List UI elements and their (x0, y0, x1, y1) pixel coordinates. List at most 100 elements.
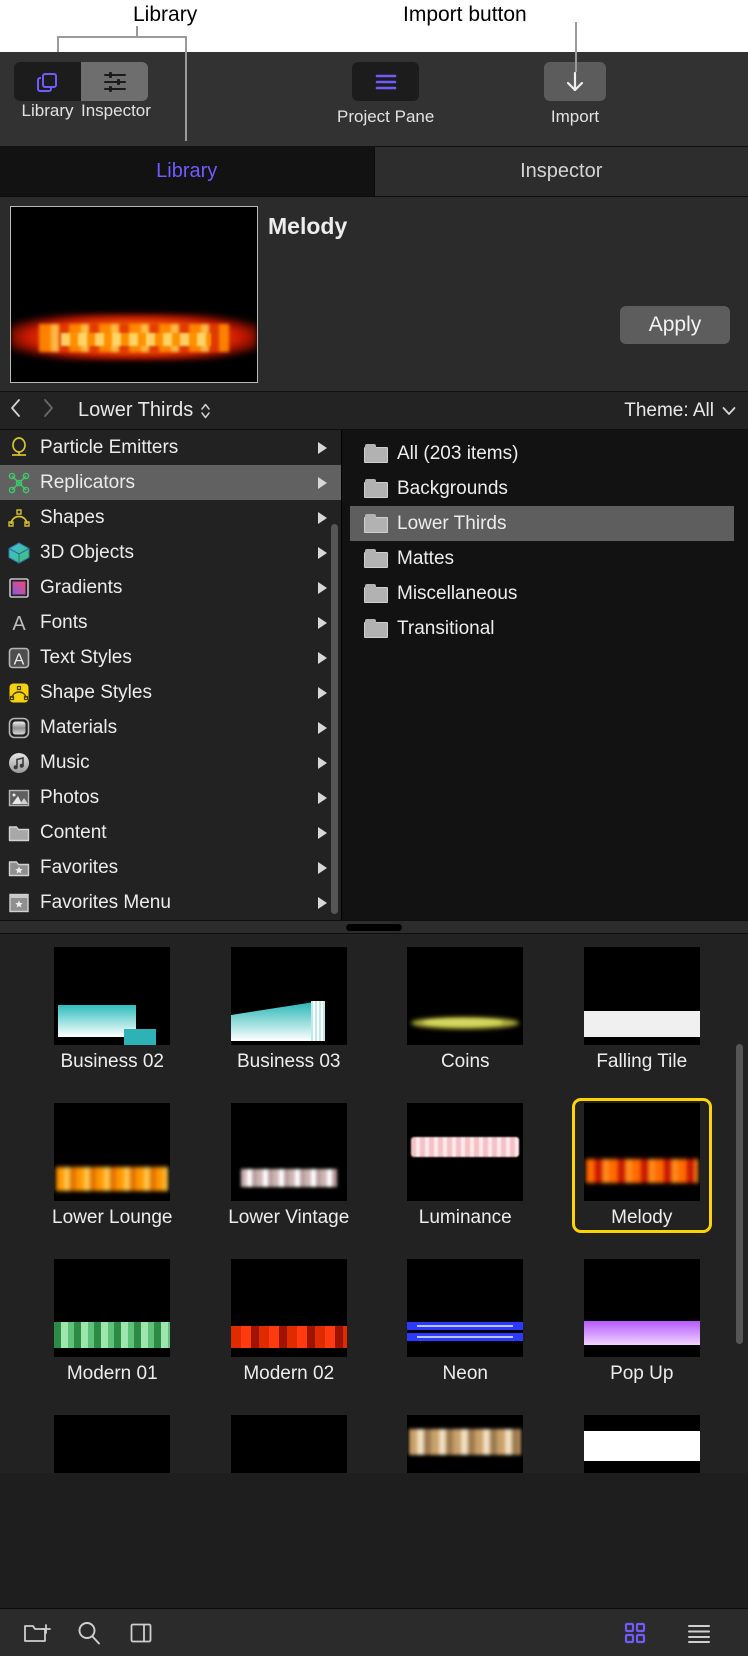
disclosure-triangle-icon[interactable] (318, 512, 327, 524)
category-item-label: Fonts (40, 612, 88, 634)
list-view-button[interactable] (684, 1618, 714, 1648)
tab-library[interactable]: Library (0, 147, 375, 197)
folder-column[interactable]: All (203 items) Backgrounds Lower Thirds… (342, 430, 748, 920)
disclosure-triangle-icon[interactable] (318, 547, 327, 559)
preset-tile[interactable]: Falling Tile (554, 942, 731, 1098)
disclosure-triangle-icon[interactable] (318, 792, 327, 804)
project-pane-label: Project Pane (337, 107, 434, 127)
category-item-label: Particle Emitters (40, 437, 178, 459)
library-button[interactable] (14, 62, 81, 101)
preset-tile[interactable]: Business 03 (201, 942, 378, 1098)
materials-icon (6, 715, 32, 741)
folder-item-label: Transitional (397, 618, 495, 640)
category-item-3d-objects[interactable]: 3D Objects (0, 535, 341, 570)
preset-label: Business 03 (237, 1051, 341, 1073)
category-item-photos[interactable]: Photos (0, 780, 341, 815)
category-item-gradients[interactable]: Gradients (0, 570, 341, 605)
folder-item-backgrounds[interactable]: Backgrounds (350, 471, 734, 506)
disclosure-triangle-icon[interactable] (318, 862, 327, 874)
folder-item-miscellaneous[interactable]: Miscellaneous (350, 576, 734, 611)
preset-thumbnail (231, 1259, 347, 1357)
new-folder-button[interactable] (22, 1618, 52, 1648)
preset-label: Modern 02 (243, 1363, 334, 1385)
category-item-content[interactable]: Content (0, 815, 341, 850)
category-item-music[interactable]: Music (0, 745, 341, 780)
disclosure-triangle-icon[interactable] (318, 757, 327, 769)
preset-tile[interactable] (24, 1410, 201, 1473)
path-label: Lower Thirds (78, 399, 193, 422)
list-view-icon (686, 1621, 712, 1645)
preset-tile[interactable]: Pop Up (554, 1254, 731, 1410)
new-folder-icon (23, 1621, 51, 1645)
back-button[interactable] (0, 398, 32, 424)
preset-tile[interactable]: Luminance (377, 1098, 554, 1254)
preset-label: Coins (441, 1051, 490, 1073)
pane-splitter[interactable] (0, 920, 748, 934)
preset-tile[interactable]: Modern 02 (201, 1254, 378, 1410)
disclosure-triangle-icon[interactable] (318, 687, 327, 699)
category-item-fonts[interactable]: A Fonts (0, 605, 341, 640)
category-item-materials[interactable]: Materials (0, 710, 341, 745)
category-item-label: Music (40, 752, 90, 774)
apply-button[interactable]: Apply (620, 306, 730, 344)
preset-tile[interactable]: Coins (377, 942, 554, 1098)
project-pane-group: Project Pane (337, 62, 434, 127)
folder-item-all-203-items-[interactable]: All (203 items) (350, 436, 734, 471)
category-item-label: Content (40, 822, 107, 844)
folder-item-mattes[interactable]: Mattes (350, 541, 734, 576)
preset-thumbnail (584, 947, 700, 1045)
grid-view-button[interactable] (620, 1618, 650, 1648)
disclosure-triangle-icon[interactable] (318, 827, 327, 839)
category-item-favorites-menu[interactable]: Favorites Menu (0, 885, 341, 920)
grid-view-icon (623, 1621, 647, 1645)
search-button[interactable] (74, 1618, 104, 1648)
preset-tile[interactable]: Lower Vintage (201, 1098, 378, 1254)
disclosure-triangle-icon[interactable] (318, 477, 327, 489)
disclosure-triangle-icon[interactable] (318, 617, 327, 629)
preview-title: Melody (268, 213, 347, 240)
disclosure-triangle-icon[interactable] (318, 582, 327, 594)
category-item-label: Gradients (40, 577, 122, 599)
category-item-shape-styles[interactable]: Shape Styles (0, 675, 341, 710)
callout-label-import: Import button (403, 3, 527, 27)
disclosure-triangle-icon[interactable] (318, 442, 327, 454)
folder-item-transitional[interactable]: Transitional (350, 611, 734, 646)
category-item-replicators[interactable]: Replicators (0, 465, 341, 500)
disclosure-triangle-icon[interactable] (318, 652, 327, 664)
category-item-favorites[interactable]: Favorites (0, 850, 341, 885)
preset-tile[interactable] (554, 1410, 731, 1473)
preset-tile[interactable]: Modern 01 (24, 1254, 201, 1410)
path-popup[interactable]: Lower Thirds (78, 399, 211, 422)
category-item-label: Photos (40, 787, 99, 809)
folder-item-label: Miscellaneous (397, 583, 517, 605)
preset-label: Melody (611, 1207, 672, 1229)
bottom-toolbar (0, 1608, 748, 1656)
theme-popup[interactable]: Theme: All (624, 400, 736, 422)
preset-tile[interactable] (201, 1410, 378, 1473)
category-item-particle-emitters[interactable]: Particle Emitters (0, 430, 341, 465)
preset-tile[interactable]: Business 02 (24, 942, 201, 1098)
forward-button[interactable] (32, 398, 64, 424)
favorites-menu-icon (6, 890, 32, 916)
tab-inspector[interactable]: Inspector (375, 147, 748, 197)
project-pane-button[interactable] (352, 62, 419, 101)
grid-scrollbar[interactable] (736, 1044, 743, 1344)
disclosure-triangle-icon[interactable] (318, 722, 327, 734)
category-item-text-styles[interactable]: A Text Styles (0, 640, 341, 675)
category-item-shapes[interactable]: Shapes (0, 500, 341, 535)
panel-toggle-button[interactable] (126, 1618, 156, 1648)
preset-label: Luminance (419, 1207, 512, 1229)
preview-thumbnail[interactable] (10, 206, 258, 383)
preset-tile[interactable]: Neon (377, 1254, 554, 1410)
category-column[interactable]: Particle Emitters Replicators Shapes 3D … (0, 430, 341, 920)
inspector-button[interactable] (81, 62, 148, 101)
preset-tile[interactable] (377, 1410, 554, 1473)
folder-item-lower-thirds[interactable]: Lower Thirds (350, 506, 734, 541)
preset-tile[interactable]: Lower Lounge (24, 1098, 201, 1254)
category-scrollbar[interactable] (331, 524, 338, 914)
splitter-grip[interactable] (346, 924, 402, 931)
preset-tile[interactable]: Melody (554, 1098, 731, 1254)
disclosure-triangle-icon[interactable] (318, 897, 327, 909)
preset-thumbnail (407, 1415, 523, 1473)
category-item-label: Favorites Menu (40, 892, 171, 914)
